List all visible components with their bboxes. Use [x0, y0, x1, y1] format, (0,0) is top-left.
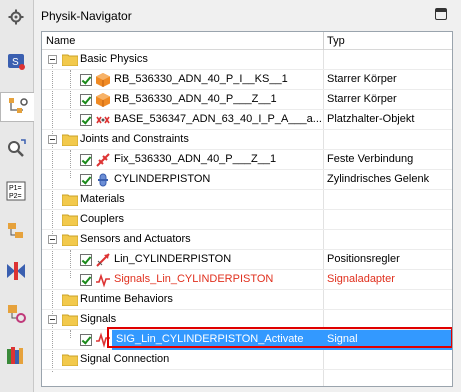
svg-text:S: S [12, 57, 19, 68]
tree-node-sensors-and-actuators[interactable]: Sensors and Actuators [42, 230, 452, 250]
enabled-checkbox[interactable] [80, 254, 92, 266]
tree-node-label: Signals [80, 313, 117, 325]
tree-node-label: Sensors and Actuators [80, 233, 191, 245]
tree-node-type: Signaladapter [327, 273, 395, 285]
tree-node-type: Signal [327, 333, 358, 345]
panel-title: Physik-Navigator [41, 9, 132, 23]
p1-p2-icon[interactable]: P1= P2= [3, 178, 29, 204]
tree-node-label: BASE_536347_ADN_63_40_I_P_A___a... [114, 113, 322, 125]
constraint-icon[interactable] [3, 258, 29, 284]
tree-node-position-controller[interactable]: Lin_CYLINDERPISTON Positionsregler [42, 250, 452, 270]
tree-node-signals[interactable]: Signals [42, 310, 452, 330]
tree-node-rigid-body-1[interactable]: RB_536330_ADN_40_P_I__KS__1 Starrer Körp… [42, 70, 452, 90]
navigator-tree[interactable]: Name Typ Basic Physics RB_536330_ADN_40_… [41, 31, 453, 387]
enabled-checkbox[interactable] [80, 334, 92, 346]
folder-icon [62, 134, 78, 146]
collapse-toggle[interactable] [48, 315, 57, 324]
folder-icon [62, 294, 78, 306]
enabled-checkbox[interactable] [80, 154, 92, 166]
physics-navigator-panel: Physik-Navigator Name Typ Basic Physics … [35, 0, 461, 392]
search-icon[interactable] [3, 136, 29, 162]
tree-node-signal-adapter[interactable]: Signals_Lin_CYLINDERPISTON Signaladapter [42, 270, 452, 290]
fixed-joint-icon [96, 153, 110, 167]
tree-node-label: CYLINDERPISTON [114, 173, 211, 185]
tree-node-joints-and-constraints[interactable]: Joints and Constraints [42, 130, 452, 150]
tree-header: Name Typ [42, 32, 452, 50]
svg-text:P2=: P2= [9, 193, 22, 200]
rigid-body-icon [96, 73, 110, 87]
tree-node-type: Positionsregler [327, 253, 400, 265]
tree-node-label: Materials [80, 193, 125, 205]
maximize-icon[interactable] [435, 8, 447, 20]
part-icon[interactable] [3, 300, 29, 326]
tree-node-signal-selected[interactable]: SIG_Lin_CYLINDERPISTON_Activate Signal [42, 330, 452, 350]
tree-node-cylindrical-joint[interactable]: CYLINDERPISTON Zylindrisches Gelenk [42, 170, 452, 190]
tree-node-label: Joints and Constraints [80, 133, 189, 145]
enabled-checkbox[interactable] [80, 94, 92, 106]
tree-node-label: Basic Physics [80, 53, 148, 65]
signal-icon [96, 332, 110, 348]
enabled-checkbox[interactable] [80, 74, 92, 86]
tree-node-type: Starrer Körper [327, 93, 397, 105]
tree-node-type: Platzhalter-Objekt [327, 113, 415, 125]
folder-icon [62, 54, 78, 66]
physics-navigator-icon[interactable] [0, 92, 34, 122]
tree-node-type: Zylindrisches Gelenk [327, 173, 430, 185]
tree-node-type: Feste Verbindung [327, 153, 414, 165]
folder-icon [62, 314, 78, 326]
rigid-body-icon [96, 93, 110, 107]
tree-node-type: Starrer Körper [327, 73, 397, 85]
tree-node-placeholder[interactable]: BASE_536347_ADN_63_40_I_P_A___a... Platz… [42, 110, 452, 130]
tree-node-label: Runtime Behaviors [80, 293, 173, 305]
tree-node-fixed-joint[interactable]: Fix_536330_ADN_40_P___Z__1 Feste Verbind… [42, 150, 452, 170]
tree-node-label: Lin_CYLINDERPISTON [114, 253, 232, 265]
settings-icon[interactable] [3, 4, 29, 30]
position-controller-icon [96, 253, 110, 267]
tree-node-label: Signal Connection [80, 353, 170, 365]
tree-node-label: SIG_Lin_CYLINDERPISTON_Activate [116, 333, 304, 345]
tree-node-label: Couplers [80, 213, 125, 225]
tree-node-rigid-body-2[interactable]: RB_536330_ADN_40_P___Z__1 Starrer Körper [42, 90, 452, 110]
tree-node-materials[interactable]: Materials [42, 190, 452, 210]
folder-icon [62, 234, 78, 246]
assembly-icon[interactable] [3, 218, 29, 244]
collapse-toggle[interactable] [48, 135, 57, 144]
tree-node-runtime-behaviors[interactable]: Runtime Behaviors [42, 290, 452, 310]
enabled-checkbox[interactable] [80, 174, 92, 186]
enabled-checkbox[interactable] [80, 114, 92, 126]
svg-text:P1=: P1= [9, 185, 22, 192]
column-header-name[interactable]: Name [46, 35, 75, 47]
cylindrical-joint-icon [98, 173, 108, 187]
tree-node-basic-physics[interactable]: Basic Physics [42, 50, 452, 70]
collapse-toggle[interactable] [48, 55, 57, 64]
placeholder-object-icon [96, 116, 110, 124]
tree-node-label: RB_536330_ADN_40_P___Z__1 [114, 93, 277, 105]
signal-adapter-icon [96, 273, 110, 288]
tree-node-label: Fix_536330_ADN_40_P___Z__1 [114, 153, 277, 165]
tree-node-couplers[interactable]: Couplers [42, 210, 452, 230]
signal-icon[interactable]: S [3, 48, 29, 74]
folder-icon [62, 214, 78, 226]
library-icon[interactable] [3, 342, 29, 368]
tree-node-label: Signals_Lin_CYLINDERPISTON [114, 273, 274, 285]
enabled-checkbox[interactable] [80, 274, 92, 286]
tree-node-signal-connection[interactable]: Signal Connection [42, 350, 452, 370]
column-header-type[interactable]: Typ [327, 35, 345, 47]
folder-icon [62, 194, 78, 206]
left-toolbar: S P1= P2= [0, 0, 34, 392]
collapse-toggle[interactable] [48, 235, 57, 244]
tree-node-label: RB_536330_ADN_40_P_I__KS__1 [114, 73, 288, 85]
folder-icon [62, 354, 78, 366]
